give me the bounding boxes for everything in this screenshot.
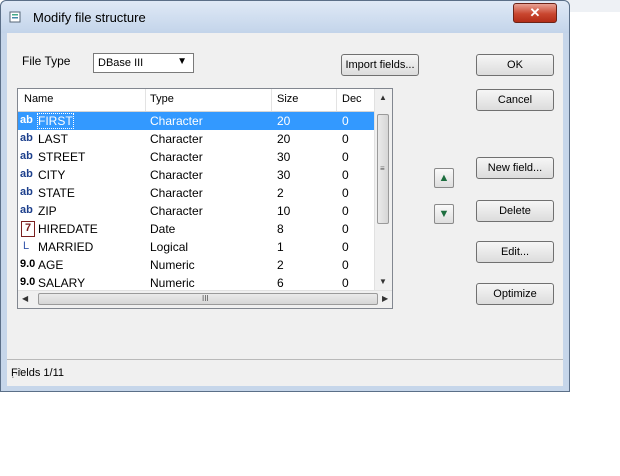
arrow-up-icon: ▲ xyxy=(438,172,450,184)
table-row[interactable]: 7 HIREDATE Date 8 0 xyxy=(18,220,392,238)
close-icon: ✕ xyxy=(529,5,541,20)
field-name: MARRIED xyxy=(38,240,94,254)
cancel-button[interactable]: Cancel xyxy=(476,89,554,111)
field-type: Character xyxy=(150,114,203,128)
move-down-button[interactable]: ▼ xyxy=(434,204,454,224)
table-row[interactable]: 9.0 AGE Numeric 2 0 xyxy=(18,256,392,274)
field-size: 1 xyxy=(277,240,284,254)
scroll-left-icon[interactable]: ◀ xyxy=(22,294,28,303)
field-name: FIRST xyxy=(37,113,74,129)
optimize-button[interactable]: Optimize xyxy=(476,283,554,305)
field-size: 6 xyxy=(277,276,284,290)
field-type: Character xyxy=(150,168,203,182)
field-type: Character xyxy=(150,150,203,164)
status-bar: Fields 1/11 ⋰ xyxy=(7,359,563,386)
field-name: STREET xyxy=(38,150,86,164)
field-dec: 0 xyxy=(342,276,349,290)
field-dec: 0 xyxy=(342,204,349,218)
app-icon xyxy=(9,11,21,23)
field-size: 8 xyxy=(277,222,284,236)
import-fields-button[interactable]: Import fields... xyxy=(341,54,419,76)
character-field-icon: ab xyxy=(20,168,33,180)
field-dec: 0 xyxy=(342,168,349,182)
field-name: HIREDATE xyxy=(38,222,98,236)
date-field-icon: 7 xyxy=(21,221,35,237)
field-dec: 0 xyxy=(342,114,349,128)
numeric-field-icon: 9.0 xyxy=(20,276,36,288)
ok-button[interactable]: OK xyxy=(476,54,554,76)
field-size: 2 xyxy=(277,186,284,200)
field-name: STATE xyxy=(38,186,75,200)
field-dec: 0 xyxy=(342,150,349,164)
field-size: 10 xyxy=(277,204,291,218)
field-name: LAST xyxy=(38,132,69,146)
column-header-type[interactable]: Type xyxy=(150,93,174,105)
vertical-scrollbar[interactable]: ▲ ≡ ▼ xyxy=(374,89,392,291)
character-field-icon: ab xyxy=(20,204,33,216)
field-name: AGE xyxy=(38,258,64,272)
field-size: 30 xyxy=(277,150,291,164)
table-row[interactable]: ab FIRST Character 20 0 xyxy=(18,112,392,130)
field-dec: 0 xyxy=(342,240,349,254)
numeric-field-icon: 9.0 xyxy=(20,258,36,270)
arrow-down-icon: ▼ xyxy=(438,208,450,220)
scroll-down-icon[interactable]: ▼ xyxy=(379,277,387,286)
field-size: 30 xyxy=(277,168,291,182)
dialog-body: File Type DBase III ▼ Import fields... N… xyxy=(7,33,563,386)
field-type: Character xyxy=(150,186,203,200)
resize-grip-icon[interactable]: ⋰ xyxy=(11,367,560,383)
logical-field-icon: L xyxy=(23,240,30,252)
scroll-right-icon[interactable]: ▶ xyxy=(382,294,388,303)
table-row[interactable]: ab STATE Character 2 0 xyxy=(18,184,392,202)
field-dec: 0 xyxy=(342,132,349,146)
table-row[interactable]: ab CITY Character 30 0 xyxy=(18,166,392,184)
character-field-icon: ab xyxy=(20,114,33,126)
table-header: Name Type Size Dec xyxy=(18,89,392,112)
field-name: CITY xyxy=(38,168,66,182)
column-header-size[interactable]: Size xyxy=(277,93,298,105)
table-row[interactable]: L MARRIED Logical 1 0 xyxy=(18,238,392,256)
grip-icon: ≡ xyxy=(380,164,385,173)
chevron-down-icon: ▼ xyxy=(177,56,187,67)
scroll-up-icon[interactable]: ▲ xyxy=(379,93,387,102)
file-type-select[interactable]: DBase III ▼ xyxy=(93,53,194,73)
horizontal-grip-icon: III xyxy=(202,294,209,303)
new-field-button[interactable]: New field... xyxy=(476,157,554,179)
field-type: Character xyxy=(150,132,203,146)
field-type: Numeric xyxy=(150,258,195,272)
window-title: Modify file structure xyxy=(33,10,146,25)
title-bar: Modify file structure ✕ xyxy=(1,1,569,33)
field-type: Date xyxy=(150,222,176,236)
field-dec: 0 xyxy=(342,186,349,200)
move-up-button[interactable]: ▲ xyxy=(434,168,454,188)
modify-file-structure-dialog: Modify file structure ✕ File Type DBase … xyxy=(0,0,570,392)
fields-table: Name Type Size Dec ab FIRST Character 20 0 ab… xyxy=(17,88,393,309)
field-type: Logical xyxy=(150,240,189,254)
field-size: 2 xyxy=(277,258,284,272)
column-header-dec[interactable]: Dec xyxy=(342,93,362,105)
field-name: ZIP xyxy=(38,204,57,218)
table-row[interactable]: ab ZIP Character 10 0 xyxy=(18,202,392,220)
field-dec: 0 xyxy=(342,222,349,236)
table-row[interactable]: ab STREET Character 30 0 xyxy=(18,148,392,166)
delete-button[interactable]: Delete xyxy=(476,200,554,222)
file-type-value: DBase III xyxy=(98,57,144,69)
field-type: Character xyxy=(150,204,203,218)
close-button[interactable]: ✕ xyxy=(513,3,557,23)
column-header-name[interactable]: Name xyxy=(24,93,53,105)
field-size: 20 xyxy=(277,114,291,128)
field-dec: 0 xyxy=(342,258,349,272)
field-name: SALARY xyxy=(38,276,86,290)
field-type: Numeric xyxy=(150,276,195,290)
table-row[interactable]: ab LAST Character 20 0 xyxy=(18,130,392,148)
horizontal-scrollbar[interactable]: ◀ III ▶ xyxy=(18,290,392,308)
character-field-icon: ab xyxy=(20,150,33,162)
character-field-icon: ab xyxy=(20,186,33,198)
file-type-label: File Type xyxy=(22,54,71,68)
field-size: 20 xyxy=(277,132,291,146)
character-field-icon: ab xyxy=(20,132,33,144)
edit-button[interactable]: Edit... xyxy=(476,241,554,263)
